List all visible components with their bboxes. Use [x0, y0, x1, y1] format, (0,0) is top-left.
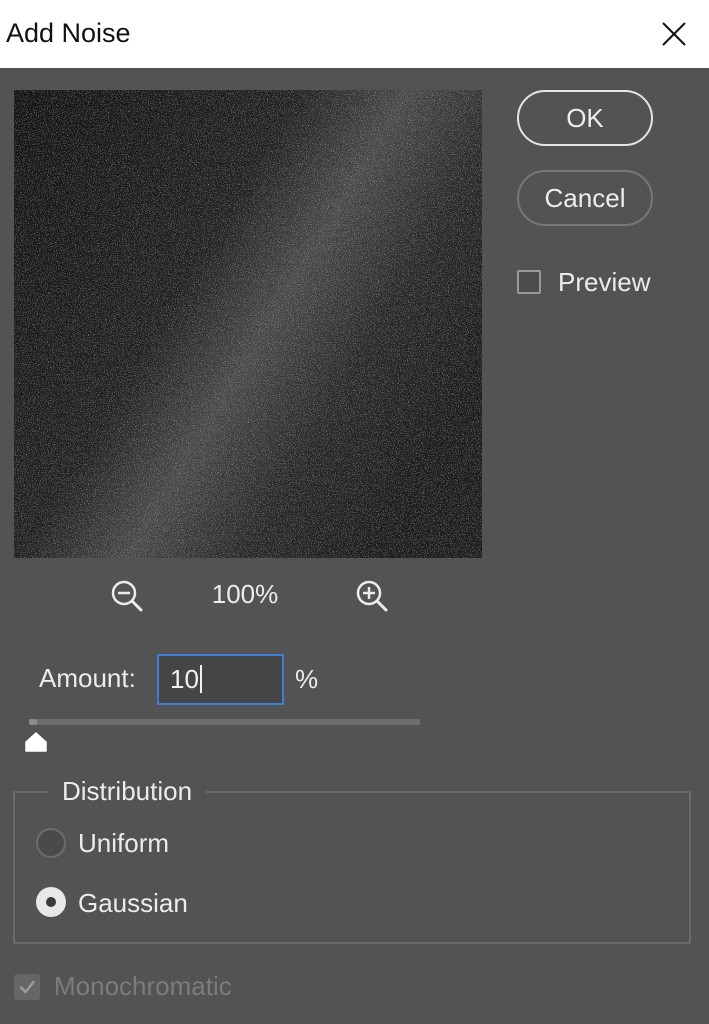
- title-bar: Add Noise: [0, 0, 709, 68]
- close-button[interactable]: [650, 12, 698, 56]
- gaussian-radio[interactable]: [36, 887, 66, 917]
- zoom-out-button[interactable]: [109, 578, 145, 614]
- slider-thumb-icon: [25, 732, 47, 752]
- amount-slider-track[interactable]: [29, 719, 420, 725]
- amount-unit: %: [295, 664, 319, 694]
- preview-checkbox[interactable]: [517, 270, 541, 294]
- uniform-radio[interactable]: [36, 828, 66, 858]
- amount-label: Amount:: [39, 663, 136, 693]
- gaussian-label[interactable]: Gaussian: [78, 888, 188, 918]
- dialog-title: Add Noise: [6, 18, 131, 48]
- close-icon: [662, 22, 686, 46]
- amount-slider-thumb[interactable]: [23, 730, 49, 754]
- zoom-out-icon: [111, 580, 143, 612]
- uniform-label[interactable]: Uniform: [78, 828, 169, 858]
- zoom-in-button[interactable]: [354, 578, 390, 614]
- radio-selected-dot: [46, 897, 56, 907]
- distribution-group: [13, 791, 691, 944]
- cancel-button[interactable]: Cancel: [517, 170, 653, 226]
- distribution-legend: Distribution: [48, 774, 207, 808]
- monochromatic-label: Monochromatic: [54, 971, 232, 1001]
- monochromatic-checkbox[interactable]: [14, 974, 40, 1000]
- preview-label: Preview: [558, 267, 651, 297]
- amount-input[interactable]: 10: [157, 654, 284, 705]
- ok-button[interactable]: OK: [517, 90, 653, 146]
- zoom-in-icon: [356, 580, 388, 612]
- amount-value: 10: [170, 664, 199, 694]
- noise-preview-canvas: [14, 90, 482, 558]
- noise-preview-image[interactable]: [14, 90, 482, 558]
- checkmark-icon: [19, 980, 35, 994]
- text-cursor: [199, 665, 202, 694]
- amount-slider-fill: [29, 719, 37, 725]
- zoom-level: 100%: [211, 579, 279, 609]
